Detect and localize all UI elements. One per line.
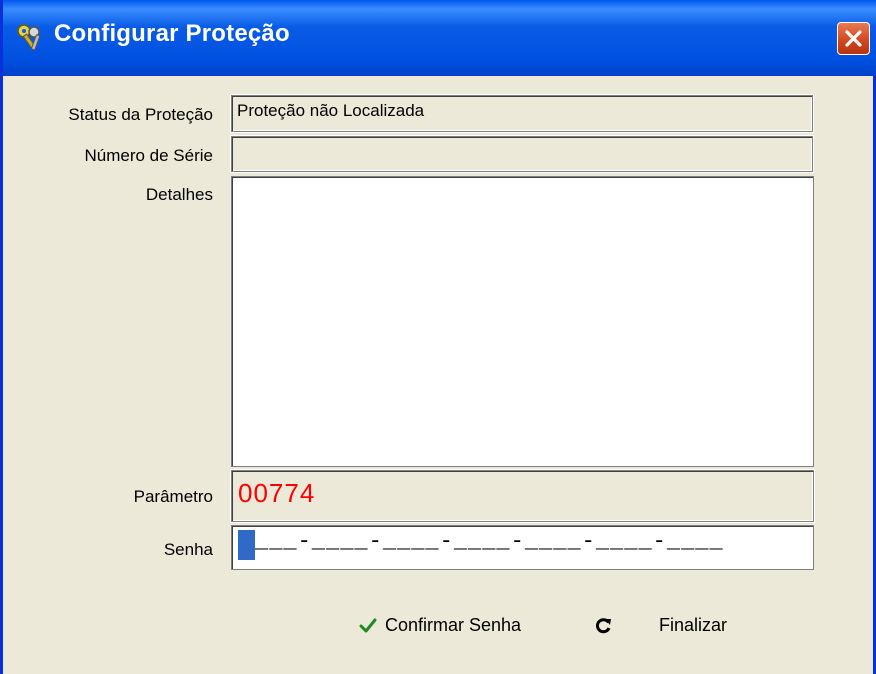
serie-field: [230, 135, 814, 173]
senha-mask: ___-____-____-____-____-____-____: [255, 529, 724, 554]
text-caret: [238, 530, 255, 560]
detalhes-label: Detalhes: [145, 185, 213, 204]
status-label: Status da Proteção: [68, 105, 213, 124]
status-value: Proteção não Localizada: [237, 101, 425, 120]
confirmar-senha-label: Confirmar Senha: [385, 615, 522, 635]
confirmar-senha-button[interactable]: Confirmar Senha: [359, 615, 521, 636]
parametro-field: 00774: [230, 469, 815, 523]
refresh-icon: [595, 617, 611, 633]
dialog-window: Configurar Proteção Status da Proteção P…: [0, 0, 876, 674]
finalizar-label: Finalizar: [659, 615, 728, 635]
serie-label: Número de Série: [84, 146, 213, 165]
parametro-label: Parâmetro: [133, 487, 213, 506]
senha-label: Senha: [163, 540, 213, 559]
checkmark-icon: [359, 618, 377, 632]
parametro-value: 00774: [238, 478, 316, 508]
close-button[interactable]: [837, 22, 870, 55]
keys-icon: [17, 24, 41, 51]
close-icon: [845, 30, 862, 47]
senha-input[interactable]: ___-____-____-____-____-____-____: [231, 525, 814, 570]
title-bar[interactable]: Configurar Proteção: [3, 0, 876, 76]
window-title: Configurar Proteção: [54, 20, 290, 47]
finalizar-button[interactable]: Finalizar: [595, 615, 727, 636]
status-field: Proteção não Localizada: [230, 94, 814, 133]
detalhes-memo[interactable]: [231, 176, 814, 467]
